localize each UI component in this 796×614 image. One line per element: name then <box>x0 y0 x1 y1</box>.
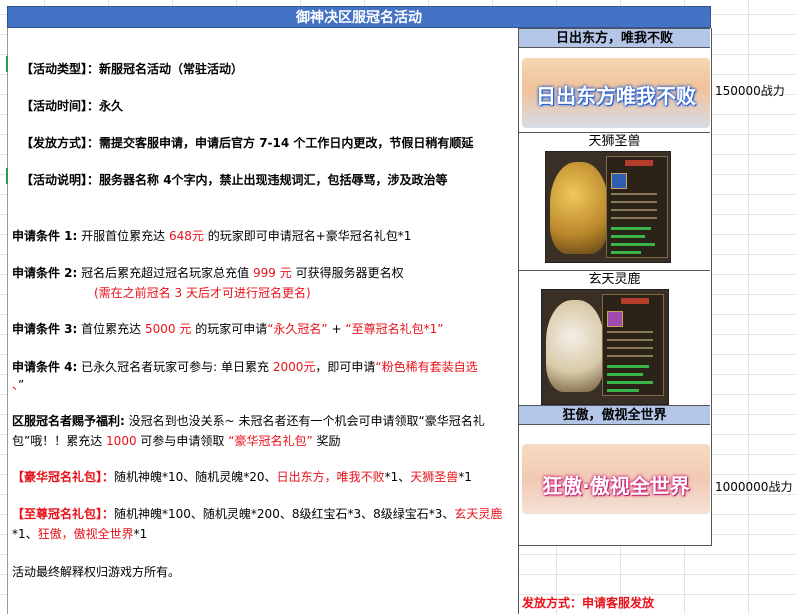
luxury-pack-qty-1: *1、 <box>384 470 411 484</box>
condition-4: 申请条件 4: 已永久冠名者玩家可参与: 单日累充 2000元，即可申请“粉色稀… <box>12 358 478 375</box>
condition-1-text: 开服首位累充达 <box>81 229 166 243</box>
title-banner-text: 日出东方唯我不败 <box>536 84 696 108</box>
condition-1-amount: 648元 <box>169 229 204 243</box>
condition-3-label: 申请条件 3: <box>12 322 78 336</box>
luxury-pack-reward-1: 日出东方，唯我不败 <box>276 470 385 484</box>
condition-1-reward: 的玩家即可申请冠名+豪华冠名礼包*1 <box>207 229 412 243</box>
condition-2-label: 申请条件 2: <box>12 266 78 280</box>
condition-2-text: 冠名后累充超过冠名玩家总充值 <box>81 266 250 280</box>
pet-stat-card <box>602 294 664 396</box>
condition-3: 申请条件 3: 首位累充达 5000 元 的玩家可申请“永久冠名” + “至尊冠… <box>12 320 443 337</box>
issue-method-label: 【发放方式】： <box>21 136 100 150</box>
luxury-pack-qty-2: *1 <box>458 470 472 484</box>
supreme-pack-reward-2: 狂傲，傲视全世界 <box>37 527 134 541</box>
condition-1-label: 申请条件 1: <box>12 229 78 243</box>
reward-header-2: 天狮圣兽 <box>519 132 710 150</box>
condition-4-item: “粉色稀有套装自选 <box>375 360 478 374</box>
condition-3-text-2: 的玩家可申请 <box>195 322 268 336</box>
activity-type-label: 【活动类型】： <box>21 62 100 76</box>
pet-stat-card <box>606 156 668 258</box>
luxury-pack-reward-2: 天狮圣兽 <box>410 470 459 484</box>
condition-3-plus: + <box>331 322 342 336</box>
condition-3-text: 首位累充达 <box>81 322 142 336</box>
final-note: 活动最终解释权归游戏方所有。 <box>12 565 181 579</box>
deer-figure <box>546 300 604 392</box>
deer-pet-image <box>541 289 669 405</box>
welfare-desc-3: 奖励 <box>316 434 341 448</box>
luxury-pack-row: 【豪华冠名礼包】：随机神魄*10、随机灵魄*20、日出东方，唯我不败*1、天狮圣… <box>12 468 472 485</box>
activity-type-row: 【活动类型】：新服冠名活动（常驻活动） <box>21 60 243 77</box>
cell-marker <box>6 168 8 184</box>
activity-time-value: 永久 <box>99 99 124 113</box>
welfare-text: 区服冠名者赐予福利: 没冠名到也没关系~ 未冠名者还有一个机会可申请领取“豪华冠… <box>12 411 512 451</box>
rewards-panel: 日出东方，唯我不败 日出东方唯我不败 天狮圣兽 玄天灵鹿 狂傲，傲视全世界 狂傲… <box>519 28 712 546</box>
condition-4-tail: 、” <box>12 376 24 393</box>
condition-2-note: (需在之前冠名 3 天后才可进行冠名更名) <box>94 286 311 300</box>
issue-method-footer: 发放方式：申请客服发放 <box>522 596 655 610</box>
supreme-pack-reward-1: 玄天灵鹿 <box>454 507 503 521</box>
welfare-item: “豪华冠名礼包” <box>228 434 313 448</box>
activity-note-label: 【活动说明】： <box>21 173 100 187</box>
condition-3-amount: 5000 元 <box>145 322 192 336</box>
condition-2-amount: 999 元 <box>253 266 292 280</box>
activity-time-label: 【活动时间】： <box>21 99 100 113</box>
luxury-pack-items: 随机神魄*10、随机灵魄*20、 <box>114 470 277 484</box>
condition-3-item-2: “至尊冠名礼包*1” <box>345 322 444 336</box>
reward-header-1: 日出东方，唯我不败 <box>519 28 710 48</box>
supreme-pack-label: 【至尊冠名礼包】： <box>12 507 115 521</box>
condition-4-label: 申请条件 4: <box>12 360 78 374</box>
supreme-pack-row: 【至尊冠名礼包】：随机神魄*100、随机灵魄*200、8级红宝石*3、8级绿宝石… <box>12 504 512 544</box>
condition-4-text: 已永久冠名者玩家可参与: 单日累充 <box>81 360 270 374</box>
issue-method-value: 需提交客服申请，申请后官方 7-14 个工作日内更改，节假日稍有顺延 <box>99 136 474 150</box>
condition-4-tail-2: ” <box>18 378 25 392</box>
lion-pet-image <box>545 151 671 263</box>
condition-2: 申请条件 2: 冠名后累充超过冠名玩家总充值 999 元 可获得服务器更名权 <box>12 264 404 281</box>
welfare-amount: 1000 <box>106 434 137 448</box>
activity-time-row: 【活动时间】：永久 <box>21 97 123 114</box>
activity-note-value: 服务器名称 4个字内，禁止出现违规词汇，包括辱骂，涉及政治等 <box>99 173 448 187</box>
activity-note-row: 【活动说明】：服务器名称 4个字内，禁止出现违规词汇，包括辱骂，涉及政治等 <box>21 171 448 188</box>
reward-header-4: 狂傲，傲视全世界 <box>519 405 710 425</box>
title-banner-image-2: 狂傲·傲视全世界 <box>522 444 710 514</box>
luxury-pack-label: 【豪华冠名礼包】： <box>12 470 115 484</box>
cell-marker <box>6 56 8 72</box>
welfare-desc-2: 可参与申请领取 <box>140 434 225 448</box>
condition-4-text-2: ，即可申请 <box>315 360 376 374</box>
supreme-pack-items: 随机神魄*100、随机灵魄*200、8级红宝石*3、8级绿宝石*3、 <box>114 507 455 521</box>
condition-1: 申请条件 1: 开服首位累充达 648元 的玩家即可申请冠名+豪华冠名礼包*1 <box>12 227 411 244</box>
supreme-pack-qty-2: *1 <box>133 527 148 541</box>
reward-header-3: 玄天灵鹿 <box>519 270 710 288</box>
welfare-label: 区服冠名者赐予福利: <box>12 414 125 428</box>
condition-2-reward: 可获得服务器更名权 <box>295 266 404 280</box>
condition-4-amount: 2000元 <box>272 360 316 374</box>
title-banner-text-2: 狂傲·傲视全世界 <box>542 474 690 498</box>
rules-panel: 【活动类型】：新服冠名活动（常驻活动） 【活动时间】：永久 【发放方式】：需提交… <box>7 28 519 614</box>
title-banner-image: 日出东方唯我不败 <box>522 58 710 128</box>
page-title: 御神决区服冠名活动 <box>7 6 711 28</box>
lion-figure <box>550 162 608 254</box>
supreme-pack-qty-1: *1、 <box>12 527 38 541</box>
activity-type-value: 新服冠名活动（常驻活动） <box>99 62 244 76</box>
power-value-1: 150000战力 <box>715 84 785 98</box>
condition-3-item-1: “永久冠名” <box>267 322 328 336</box>
power-value-2: 1000000战力 <box>715 480 793 494</box>
issue-method-row: 【发放方式】：需提交客服申请，申请后官方 7-14 个工作日内更改，节假日稍有顺… <box>21 134 473 151</box>
